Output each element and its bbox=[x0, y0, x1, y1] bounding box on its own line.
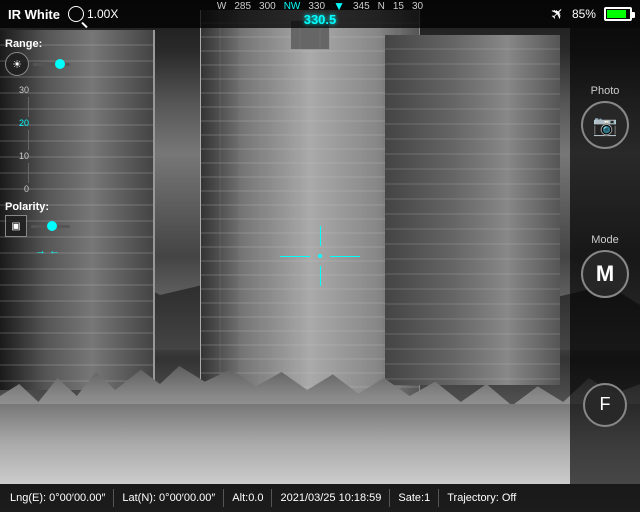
range-section: Range: ☀ 30 20 10 0 bbox=[5, 38, 70, 196]
sep1 bbox=[113, 489, 114, 507]
compass-nw: NW bbox=[284, 2, 301, 12]
battery-percent: 85% bbox=[572, 7, 596, 21]
range-ticks-container: 30 20 10 0 bbox=[14, 84, 29, 196]
focus-icon: F bbox=[600, 394, 611, 415]
tick-0: 0 bbox=[24, 183, 29, 196]
zoom-value: 1.00X bbox=[87, 7, 118, 21]
mode-icon: M bbox=[596, 261, 614, 287]
trajectory-display: Trajectory: Off bbox=[447, 492, 516, 504]
polarity-thumb[interactable] bbox=[47, 221, 57, 231]
compass-ticks: W 285 300 NW 330 ▼ 345 N 15 30 bbox=[217, 2, 423, 12]
battery-fill bbox=[607, 10, 626, 18]
camera-view bbox=[0, 0, 640, 512]
compass-triangle: ▼ bbox=[333, 0, 345, 12]
tick-10: 10 bbox=[19, 150, 29, 163]
left-controls: Range: ☀ 30 20 10 0 Polarity: ▣ bbox=[0, 28, 75, 484]
polarity-track[interactable] bbox=[31, 225, 70, 228]
zoom-icon bbox=[68, 6, 84, 22]
polarity-section: Polarity: ▣ → ← bbox=[5, 201, 70, 257]
sep4 bbox=[389, 489, 390, 507]
tick-30: 30 bbox=[19, 84, 29, 97]
battery-icon bbox=[604, 7, 632, 21]
sep2 bbox=[223, 489, 224, 507]
altitude-display: Alt:0.0 bbox=[232, 492, 263, 504]
polarity-arrow: → ← bbox=[35, 245, 70, 257]
ruler-spacer2 bbox=[14, 130, 29, 150]
zoom-container: 1.00X bbox=[68, 6, 118, 22]
mode-control: Mode M bbox=[581, 234, 629, 298]
datetime-display: 2021/03/25 10:18:59 bbox=[280, 492, 381, 504]
ground bbox=[0, 404, 640, 484]
compass-bar: W 285 300 NW 330 ▼ 345 N 15 30 330.5 bbox=[217, 2, 423, 27]
satellite-display: Sate:1 bbox=[398, 492, 430, 504]
ir-mode-label: IR White bbox=[8, 7, 60, 22]
building-right bbox=[385, 35, 560, 385]
ruler-spacer3 bbox=[14, 163, 29, 183]
photo-button[interactable]: 📷 bbox=[581, 101, 629, 149]
polarity-label: Polarity: bbox=[5, 201, 70, 213]
drone-icon: ✈ bbox=[545, 2, 569, 26]
heading-value: 330.5 bbox=[304, 12, 337, 27]
photo-control: Photo 📷 bbox=[581, 85, 629, 149]
focus-button[interactable]: F bbox=[583, 383, 627, 427]
range-thumb[interactable] bbox=[55, 59, 65, 69]
polarity-icon[interactable]: ▣ bbox=[5, 215, 27, 237]
tick-20: 20 bbox=[19, 117, 29, 130]
top-right-controls: ✈ 85% bbox=[551, 4, 632, 24]
longitude-display: Lng(E): 0°00′00.00″ bbox=[10, 492, 105, 504]
ruler-spacer bbox=[14, 97, 29, 117]
range-track[interactable] bbox=[33, 63, 70, 66]
mode-button[interactable]: M bbox=[581, 250, 629, 298]
range-sun-icon[interactable]: ☀ bbox=[5, 52, 29, 76]
range-ruler: 30 20 10 0 bbox=[9, 84, 70, 196]
latitude-display: Lat(N): 0°00′00.00″ bbox=[122, 492, 215, 504]
top-hud: IR White 1.00X W 285 300 NW 330 ▼ 345 N … bbox=[0, 0, 640, 28]
right-controls: Photo 📷 Mode M F bbox=[570, 28, 640, 484]
range-label: Range: bbox=[5, 38, 70, 50]
sep5 bbox=[438, 489, 439, 507]
polarity-slider-row[interactable]: ▣ bbox=[5, 215, 70, 237]
mode-label: Mode bbox=[591, 234, 619, 246]
photo-label: Photo bbox=[591, 85, 620, 97]
camera-icon: 📷 bbox=[593, 113, 618, 138]
sep3 bbox=[271, 489, 272, 507]
bottom-hud: Lng(E): 0°00′00.00″ Lat(N): 0°00′00.00″ … bbox=[0, 484, 640, 512]
range-slider-row[interactable]: ☀ bbox=[5, 52, 70, 76]
focus-control: F bbox=[583, 383, 627, 427]
